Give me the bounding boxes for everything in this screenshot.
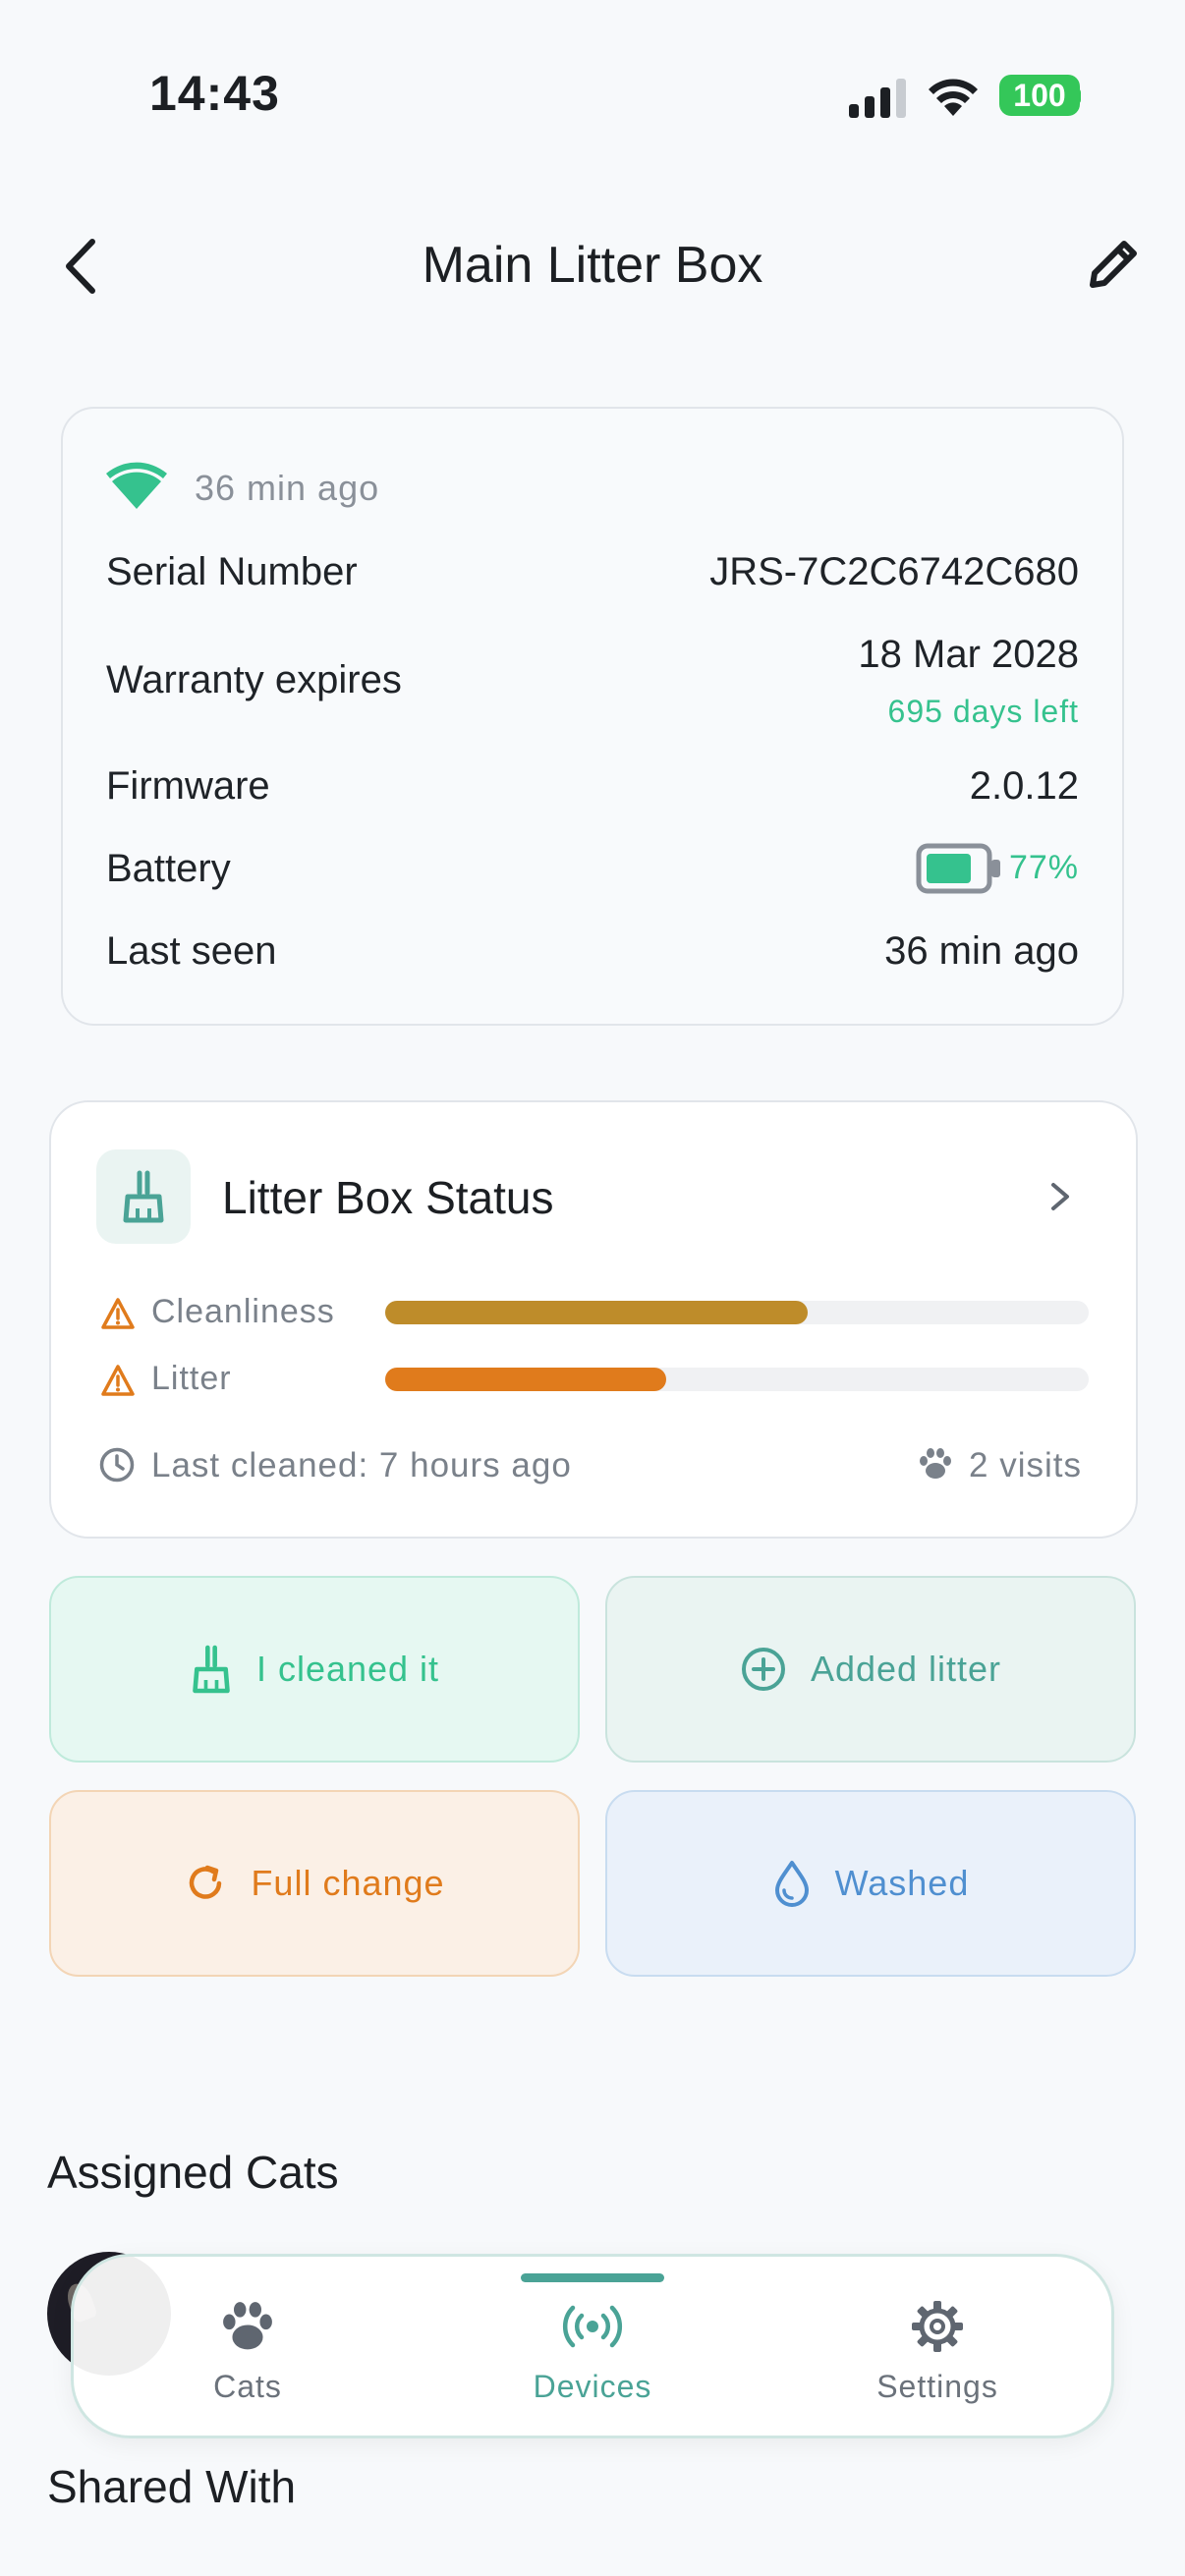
warning-icon — [101, 1365, 135, 1396]
washed-label: Washed — [834, 1863, 970, 1903]
added-litter-label: Added litter — [810, 1649, 1002, 1689]
cellular-signal-icon — [849, 79, 906, 118]
washed-button[interactable]: Washed — [605, 1790, 1136, 1977]
full-change-button[interactable]: Full change — [49, 1790, 580, 1977]
chevron-right-icon[interactable] — [1045, 1179, 1075, 1214]
last-cleaned-text: Last cleaned: 7 hours ago — [151, 1446, 572, 1484]
paw-icon — [223, 2302, 272, 2350]
firmware-value: 2.0.12 — [969, 764, 1079, 808]
cleaned-it-label: I cleaned it — [255, 1649, 440, 1689]
shared-with-heading: Shared With — [47, 2461, 297, 2512]
water-drop-icon — [774, 1861, 809, 1907]
tab-cats-label: Cats — [213, 2369, 282, 2404]
litter-bar — [385, 1368, 1089, 1391]
visits-count: 2 visits — [969, 1446, 1082, 1484]
page-title: Main Litter Box — [422, 237, 763, 294]
broom-icon — [193, 1645, 230, 1694]
broom-icon — [123, 1170, 164, 1223]
wifi-icon — [929, 79, 978, 116]
broom-icon-tile — [96, 1149, 191, 1244]
litter-label: Litter — [151, 1360, 232, 1397]
last-seen-value: 36 min ago — [884, 929, 1079, 973]
broadcast-icon — [562, 2305, 623, 2348]
active-tab-indicator — [521, 2273, 664, 2282]
connection-time: 36 min ago — [195, 468, 380, 508]
battery-icon — [916, 843, 1000, 894]
tab-settings[interactable]: Settings — [859, 2299, 1016, 2427]
added-litter-button[interactable]: Added litter — [605, 1576, 1136, 1763]
plus-circle-icon — [741, 1648, 785, 1691]
tab-settings-label: Settings — [876, 2369, 998, 2404]
gear-icon — [912, 2301, 963, 2352]
clock-icon — [99, 1447, 135, 1483]
edit-button[interactable] — [1081, 234, 1144, 297]
refresh-icon — [190, 1865, 222, 1899]
battery-percent: 77% — [1008, 849, 1079, 886]
cleanliness-bar — [385, 1301, 1089, 1324]
battery-label: Battery — [106, 847, 231, 890]
last-seen-label: Last seen — [106, 929, 277, 973]
assigned-cats-heading: Assigned Cats — [47, 2147, 339, 2198]
warranty-days-left: 695 days left — [887, 694, 1079, 729]
warning-icon — [101, 1298, 135, 1329]
cleaned-it-button[interactable]: I cleaned it — [49, 1576, 580, 1763]
litter-bar-fill — [385, 1368, 667, 1391]
serial-value: JRS-7C2C6742C680 — [709, 550, 1079, 593]
battery-nub — [1075, 88, 1081, 104]
firmware-label: Firmware — [106, 764, 270, 808]
status-time: 14:43 — [149, 66, 280, 121]
wifi-connected-icon — [106, 462, 167, 509]
tab-devices-label: Devices — [533, 2369, 652, 2404]
cleanliness-bar-fill — [385, 1301, 808, 1324]
tab-cats[interactable]: Cats — [169, 2299, 326, 2427]
paw-icon — [920, 1448, 951, 1479]
warranty-value: 18 Mar 2028 — [858, 633, 1079, 676]
serial-label: Serial Number — [106, 550, 358, 593]
battery-indicator: 100 — [999, 75, 1080, 116]
tab-devices[interactable]: Devices — [504, 2299, 681, 2427]
litter-status-title: Litter Box Status — [222, 1172, 554, 1223]
full-change-label: Full change — [251, 1863, 445, 1903]
warranty-label: Warranty expires — [106, 658, 402, 701]
cleanliness-label: Cleanliness — [151, 1293, 335, 1330]
